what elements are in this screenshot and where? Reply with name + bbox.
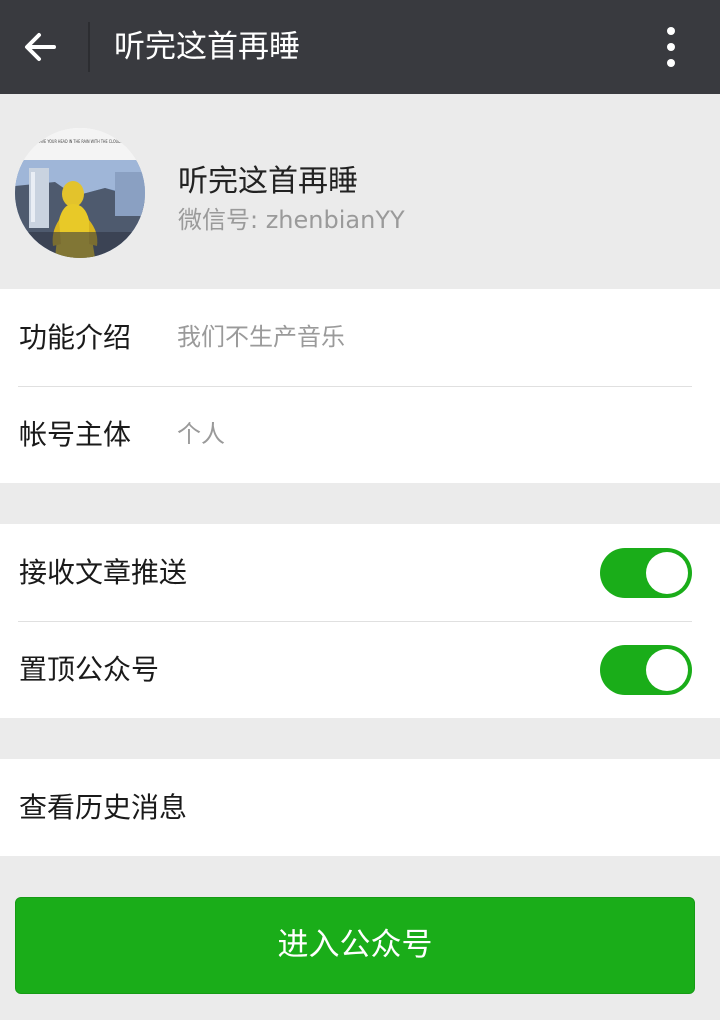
toggle-knob bbox=[646, 649, 688, 691]
more-options-button[interactable] bbox=[646, 17, 696, 77]
app-bar: 听完这首再睡 bbox=[0, 0, 720, 94]
toggle-knob bbox=[646, 552, 688, 594]
setting-row-receive-push: 接收文章推送 bbox=[0, 524, 720, 621]
more-vertical-icon bbox=[667, 27, 675, 67]
info-label: 帐号主体 bbox=[19, 418, 132, 451]
info-label: 功能介绍 bbox=[19, 321, 132, 354]
wechat-id: 微信号: zhenbianYY bbox=[178, 206, 405, 234]
view-history-row[interactable]: 查看历史消息 bbox=[0, 759, 720, 856]
account-name: 听完这首再睡 bbox=[178, 164, 358, 199]
avatar-image: HAVE YOUR HEAD IN THE RAIN WITH THE CLOU… bbox=[15, 128, 145, 258]
history-label: 查看历史消息 bbox=[19, 791, 188, 824]
avatar-caption: HAVE YOUR HEAD IN THE RAIN WITH THE CLOU… bbox=[37, 139, 123, 144]
info-row-function: 功能介绍 我们不生产音乐 bbox=[0, 289, 720, 386]
info-section: 功能介绍 我们不生产音乐 帐号主体 个人 bbox=[0, 289, 720, 483]
setting-label: 接收文章推送 bbox=[19, 556, 188, 589]
arrow-left-icon bbox=[25, 33, 56, 61]
setting-label: 置顶公众号 bbox=[19, 653, 160, 686]
setting-row-pin-top: 置顶公众号 bbox=[0, 621, 720, 718]
account-profile: HAVE YOUR HEAD IN THE RAIN WITH THE CLOU… bbox=[0, 94, 720, 289]
history-section: 查看历史消息 bbox=[0, 759, 720, 856]
info-value: 我们不生产音乐 bbox=[177, 323, 345, 351]
avatar[interactable]: HAVE YOUR HEAD IN THE RAIN WITH THE CLOU… bbox=[15, 128, 145, 258]
pin-top-toggle[interactable] bbox=[600, 645, 692, 695]
page-title: 听完这首再睡 bbox=[114, 29, 300, 65]
back-button[interactable] bbox=[10, 17, 70, 77]
receive-push-toggle[interactable] bbox=[600, 548, 692, 598]
app-bar-divider bbox=[88, 22, 90, 72]
info-row-account-owner: 帐号主体 个人 bbox=[0, 386, 720, 483]
settings-section: 接收文章推送 置顶公众号 bbox=[0, 524, 720, 718]
info-value: 个人 bbox=[177, 420, 225, 448]
enter-account-button[interactable]: 进入公众号 bbox=[15, 897, 695, 994]
